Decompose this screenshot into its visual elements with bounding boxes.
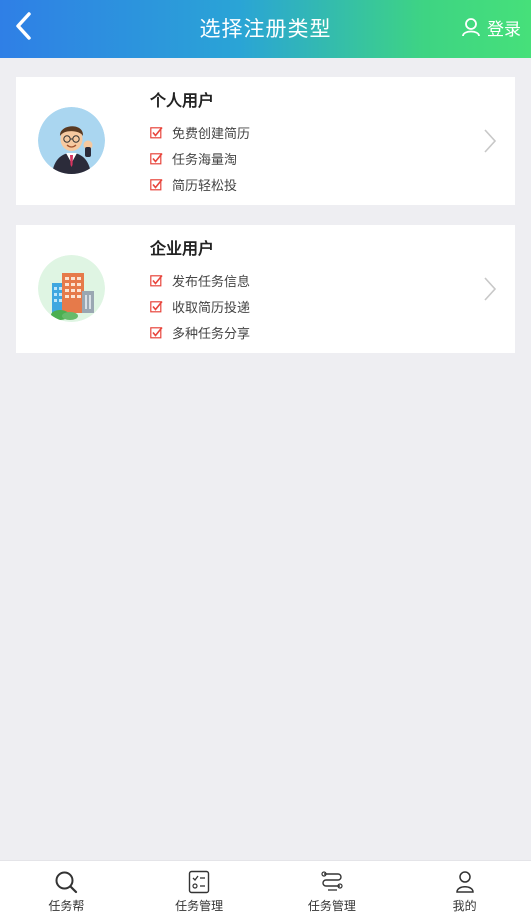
tab-label: 我的 xyxy=(452,899,477,913)
tab-task-route[interactable]: 任务管理 xyxy=(266,861,399,916)
feature-text: 发布任务信息 xyxy=(172,274,251,290)
office-building-avatar xyxy=(38,255,105,322)
chevron-right-icon xyxy=(483,276,497,306)
tab-label: 任务管理 xyxy=(175,899,224,913)
feature-list: 发布任务信息 收取简历投递 多种任务分享 xyxy=(150,267,250,345)
businessman-avatar xyxy=(38,107,105,174)
checklist-icon xyxy=(188,869,210,895)
feature-item: 收取简历投递 xyxy=(150,293,250,319)
tab-task-manage[interactable]: 任务管理 xyxy=(133,861,266,916)
feature-item: 发布任务信息 xyxy=(150,267,250,293)
route-icon xyxy=(319,869,345,895)
search-icon xyxy=(54,869,78,895)
company-user-card[interactable]: 企业用户 发布任务信息 收取简历投递 多种任务分享 xyxy=(16,225,515,353)
tab-label: 任务帮 xyxy=(48,899,85,913)
feature-text: 收取简历投递 xyxy=(172,300,251,316)
feature-item: 简历轻松投 xyxy=(150,171,250,197)
login-label: 登录 xyxy=(487,19,521,40)
user-icon xyxy=(454,869,476,895)
user-outline-icon xyxy=(462,18,480,37)
feature-list: 免费创建简历 任务海量淘 简历轻松投 xyxy=(150,119,250,197)
login-button[interactable]: 登录 xyxy=(461,12,521,42)
checkbox-checked-icon xyxy=(150,152,163,165)
page-title: 选择注册类型 xyxy=(199,17,332,41)
feature-item: 免费创建简历 xyxy=(150,119,250,145)
checkbox-checked-icon xyxy=(150,178,163,191)
checkbox-checked-icon xyxy=(150,126,163,139)
feature-item: 多种任务分享 xyxy=(150,319,250,345)
feature-text: 任务海量淘 xyxy=(172,152,238,168)
tab-label: 任务管理 xyxy=(307,899,356,913)
feature-item: 任务海量淘 xyxy=(150,145,250,171)
card-title: 企业用户 xyxy=(150,239,215,258)
tab-mine[interactable]: 我的 xyxy=(398,861,531,916)
checkbox-checked-icon xyxy=(150,274,163,287)
personal-user-card[interactable]: 个人用户 免费创建简历 任务海量淘 简历轻松投 xyxy=(16,77,515,205)
chevron-right-icon xyxy=(483,128,497,158)
feature-text: 简历轻松投 xyxy=(172,178,238,194)
checkbox-checked-icon xyxy=(150,300,163,313)
app-header: 选择注册类型 登录 xyxy=(0,0,531,58)
tab-task-help[interactable]: 任务帮 xyxy=(0,861,133,916)
feature-text: 免费创建简历 xyxy=(172,126,251,142)
card-title: 个人用户 xyxy=(150,91,215,110)
bottom-tab-bar: 任务帮 任务管理 任务管理 我的 xyxy=(0,860,531,916)
feature-text: 多种任务分享 xyxy=(172,326,251,342)
checkbox-checked-icon xyxy=(150,326,163,339)
